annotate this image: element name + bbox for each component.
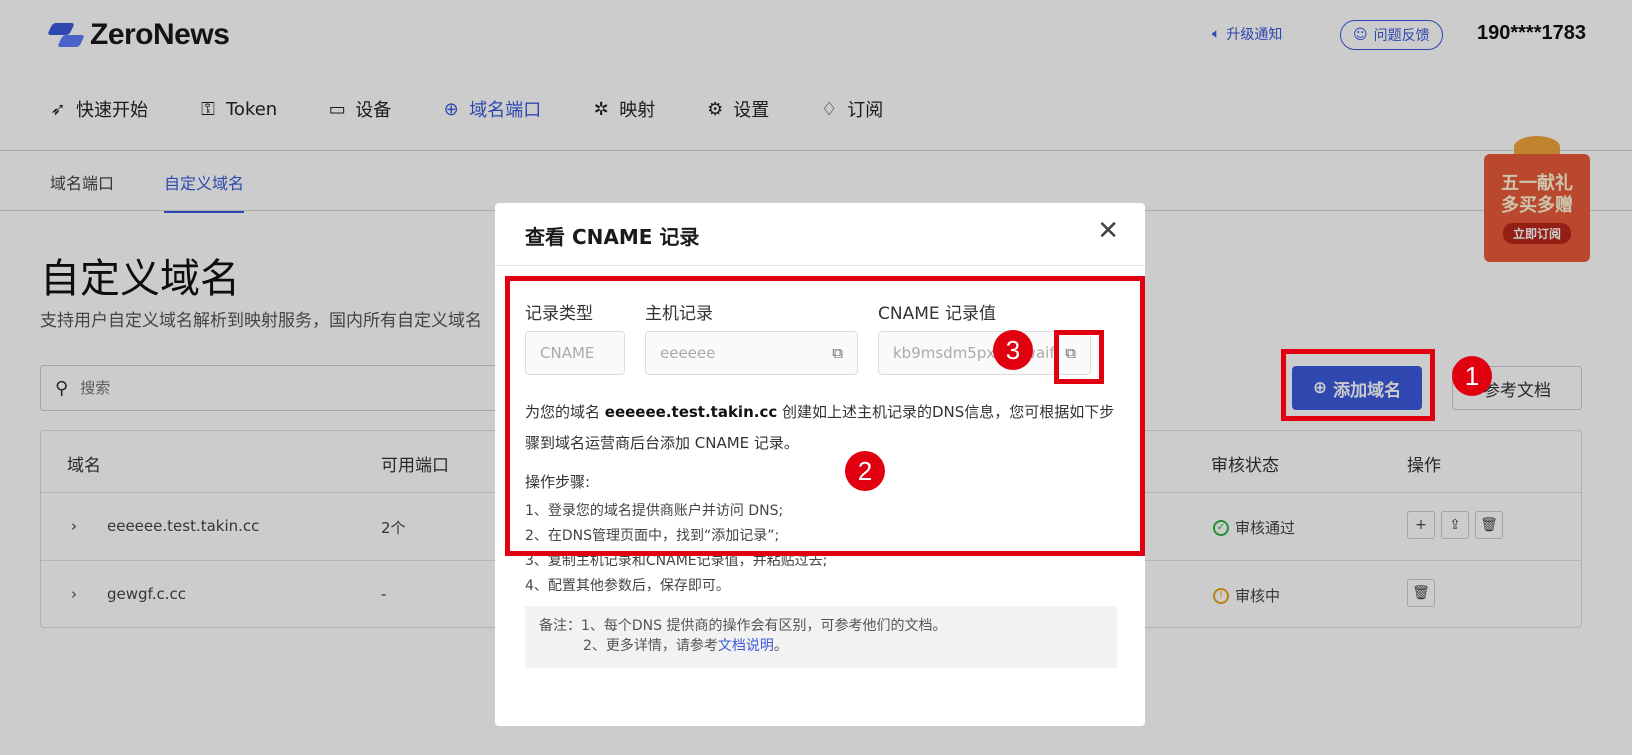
close-icon[interactable]: ✕ (1097, 217, 1119, 245)
doc-link[interactable]: 文档说明 (718, 638, 774, 654)
step-item: 4、配置其他参数后，保存即可。 (525, 578, 730, 594)
annotation-box-2 (505, 276, 1145, 556)
note-prefix: 2、更多详情，请参考 (583, 638, 718, 654)
note-line1: 备注：1、每个DNS 提供商的操作会有区别，可参考他们的文档。 (539, 618, 947, 634)
annotation-badge-3: 3 (993, 330, 1033, 370)
annotation-box-3 (1054, 330, 1104, 384)
modal-title: 查看 CNAME 记录 (525, 225, 700, 249)
note-line2: 2、更多详情，请参考文档说明。 (539, 636, 1103, 656)
annotation-badge-2: 2 (845, 451, 885, 491)
note-box: 备注：1、每个DNS 提供商的操作会有区别，可参考他们的文档。 2、更多详情，请… (525, 606, 1117, 668)
annotation-badge-1: 1 (1452, 356, 1492, 396)
note-suffix: 。 (773, 638, 788, 654)
modal-divider (495, 265, 1145, 266)
annotation-box-1 (1281, 349, 1435, 421)
